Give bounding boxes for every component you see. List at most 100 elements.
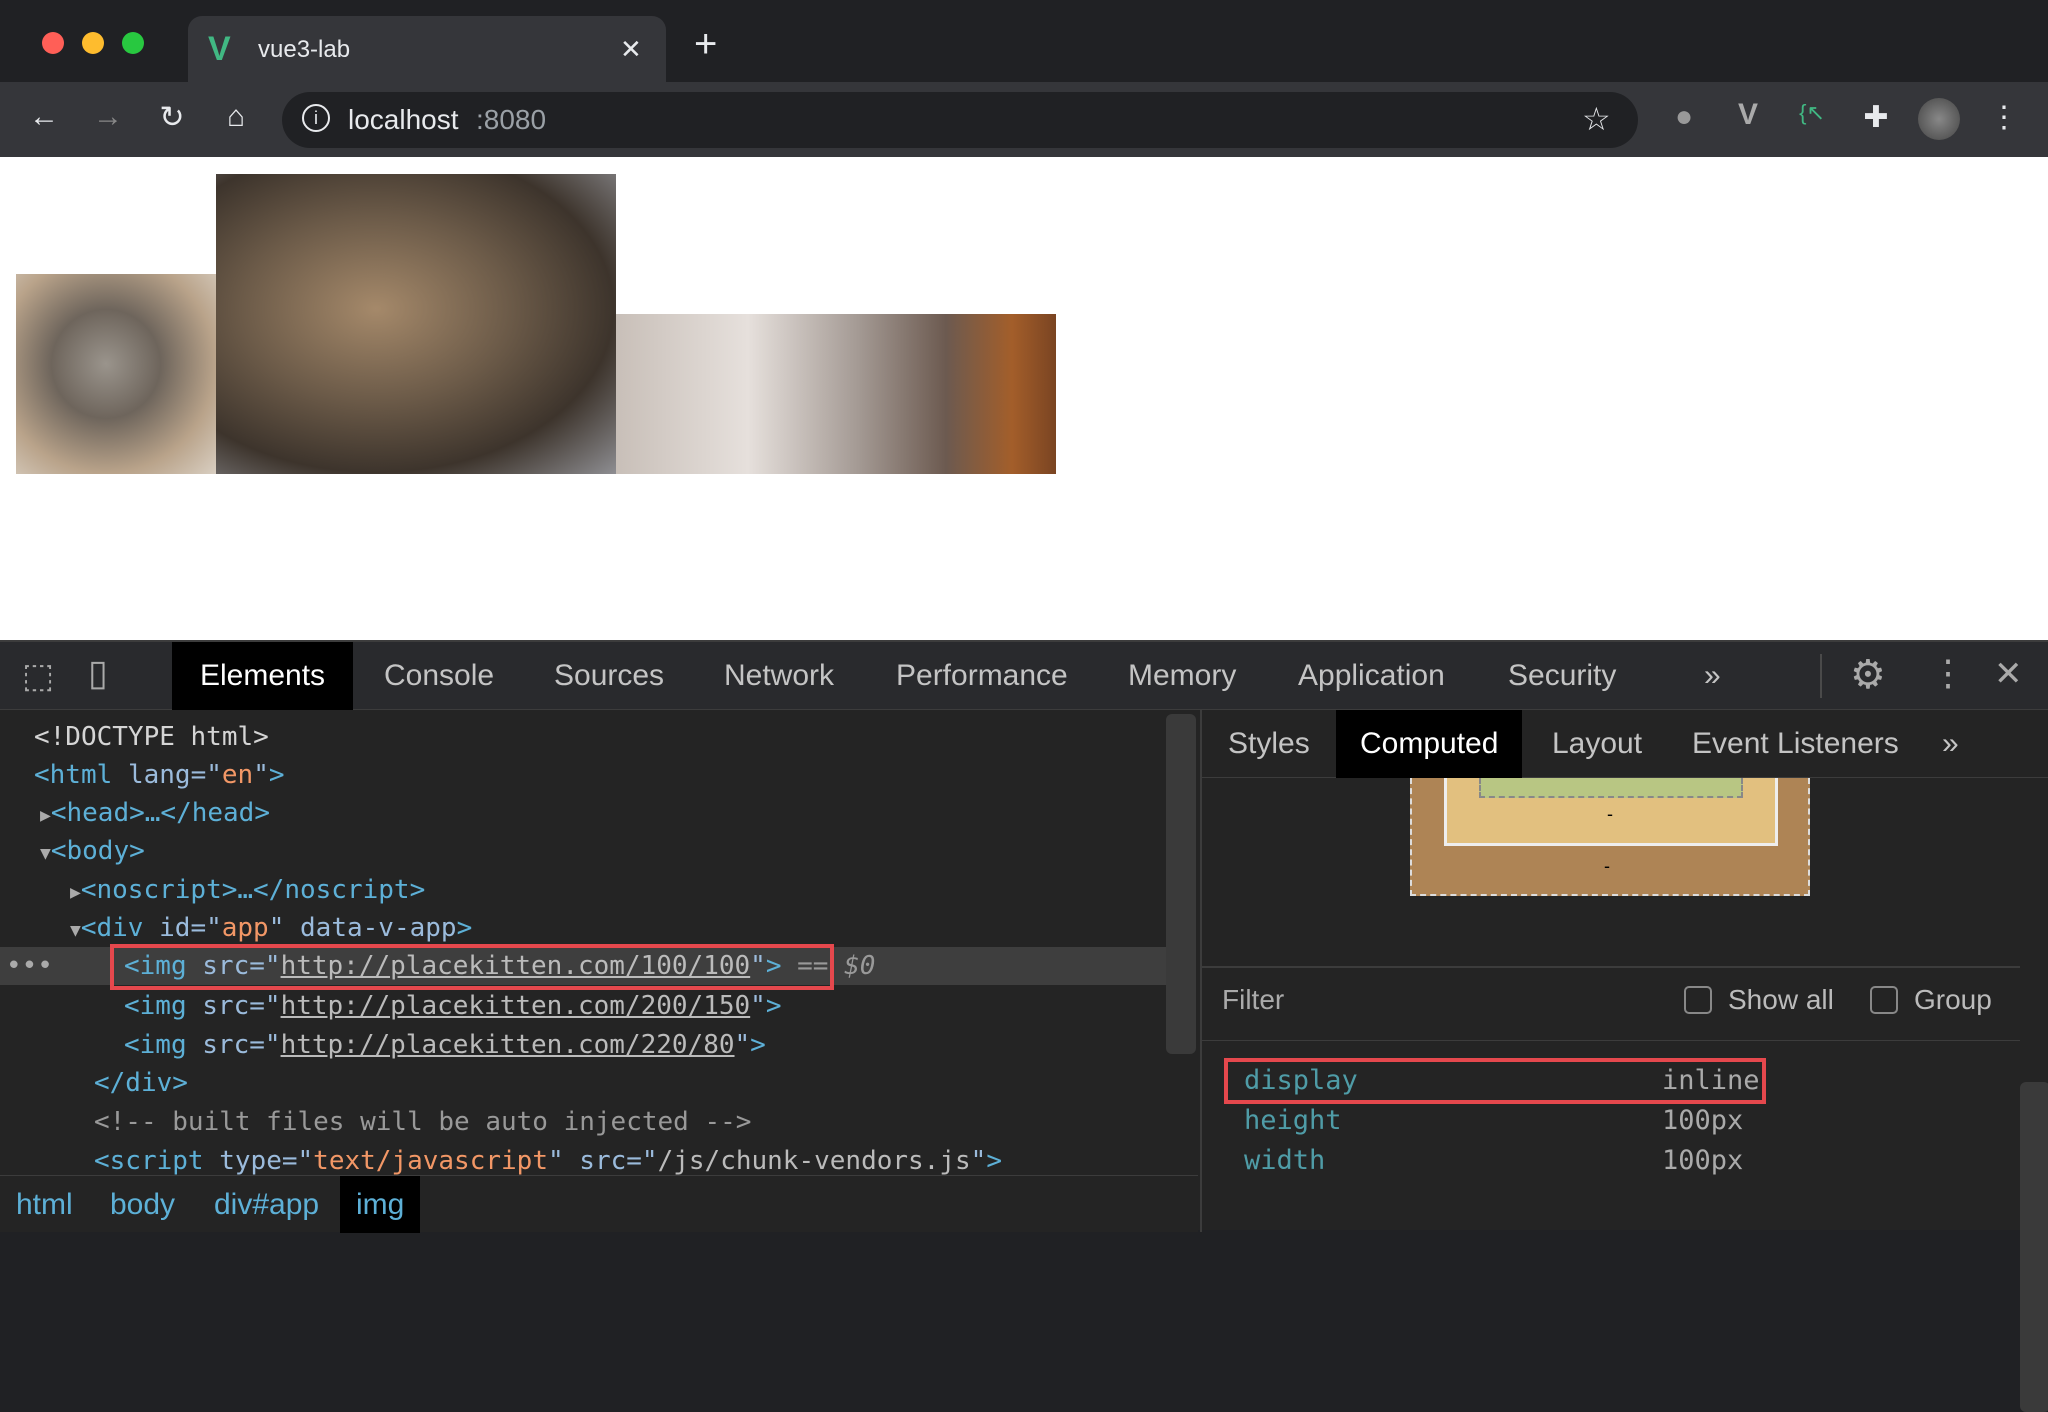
dom-node-img[interactable]: <img src="http://placekitten.com/200/150… (124, 987, 781, 1025)
browser-tab[interactable]: V vue3-lab ✕ (188, 16, 666, 82)
divider (1202, 1040, 2020, 1041)
expand-triangle-icon[interactable]: ▶ (40, 805, 51, 826)
show-all-label: Show all (1728, 984, 1834, 1015)
dom-node-head[interactable]: ▶<head>…</head> (40, 794, 270, 832)
tab-security[interactable]: Security (1480, 642, 1644, 710)
tab-elements[interactable]: Elements (172, 642, 354, 710)
collapse-triangle-icon[interactable]: ▼ (40, 843, 51, 864)
tab-memory[interactable]: Memory (1100, 642, 1264, 710)
tab-application[interactable]: Application (1270, 642, 1473, 710)
address-bar[interactable]: i localhost :8080 ☆ (282, 92, 1638, 148)
devtools-panel: ⬚ ▯ Elements Console Sources Network Per… (0, 640, 2048, 1412)
back-icon[interactable]: ← (22, 100, 66, 134)
new-tab-button[interactable]: + (694, 22, 717, 67)
breadcrumb-body[interactable]: body (94, 1176, 191, 1233)
close-devtools-icon[interactable]: ✕ (1994, 654, 2023, 694)
box-model-border: - (1444, 778, 1778, 846)
extensions-puzzle-icon[interactable]: ✚ (1854, 100, 1898, 135)
tab-console[interactable]: Console (356, 642, 522, 710)
device-toolbar-icon[interactable]: ▯ (88, 652, 108, 694)
kitten-image (616, 314, 1056, 474)
tag: <noscript>…</noscript> (80, 875, 426, 905)
attr-name: id (159, 913, 191, 943)
inspect-element-icon[interactable]: ⬚ (22, 656, 54, 696)
avatar[interactable] (1918, 98, 1960, 140)
menu-kebab-icon[interactable]: ⋮ (1982, 100, 2026, 135)
url-host: localhost (348, 104, 459, 135)
reload-icon[interactable]: ↻ (150, 100, 194, 135)
home-icon[interactable]: ⌂ (214, 100, 258, 134)
dom-node-img-selected[interactable]: <img src="http://placekitten.com/100/100… (124, 947, 875, 985)
ellipsis-icon[interactable]: ••• (6, 947, 53, 985)
divider (1820, 654, 1822, 698)
tag: <img (124, 991, 187, 1021)
box-model-margin-value: - (1604, 856, 1610, 876)
attr-name: type (219, 1146, 282, 1175)
breadcrumb-div-app[interactable]: div#app (198, 1176, 335, 1233)
dom-node-img[interactable]: <img src="http://placekitten.com/220/80"… (124, 1026, 766, 1064)
property-name-width[interactable]: width (1244, 1141, 1325, 1181)
tag: <div (80, 913, 144, 943)
minimize-window-button[interactable] (82, 32, 104, 54)
expand-triangle-icon[interactable]: ▶ (70, 882, 81, 903)
bookmark-star-icon[interactable]: ☆ (1582, 100, 1611, 138)
breadcrumb-img[interactable]: img (340, 1176, 421, 1233)
maximize-window-button[interactable] (122, 32, 144, 54)
vue-logo-icon: V (208, 30, 231, 68)
more-tabs-button[interactable]: » (1676, 642, 1749, 710)
tab-layout[interactable]: Layout (1528, 710, 1666, 778)
property-name-height[interactable]: height (1244, 1101, 1342, 1141)
browser-toolbar: ← → ↻ ⌂ i localhost :8080 ☆ ● V {↖ ✚ ⋮ (0, 82, 2048, 157)
close-window-button[interactable] (42, 32, 64, 54)
src-link[interactable]: http://placekitten.com/200/150 (281, 991, 751, 1021)
more-options-icon[interactable]: ⋮ (1930, 652, 1966, 694)
attr-name: src (202, 1030, 250, 1060)
tag: <head>…</head> (50, 798, 270, 828)
src-link[interactable]: http://placekitten.com/100/100 (281, 951, 751, 981)
more-side-tabs-button[interactable]: » (1918, 710, 1983, 778)
forward-icon[interactable]: → (86, 100, 130, 134)
tab-computed[interactable]: Computed (1336, 710, 1523, 778)
close-tab-icon[interactable]: ✕ (620, 34, 642, 65)
tab-performance[interactable]: Performance (868, 642, 1096, 710)
vue-devtools-extension-icon[interactable]: V (1726, 98, 1770, 132)
attr-name: lang (127, 760, 191, 790)
group-checkbox[interactable] (1870, 986, 1898, 1014)
kitten-image (16, 274, 216, 474)
dom-node-comment[interactable]: <!-- built files will be auto injected -… (94, 1103, 751, 1141)
collapse-triangle-icon[interactable]: ▼ (70, 920, 81, 941)
tag: <img (124, 1030, 187, 1060)
extension-cursor-icon[interactable]: {↖ (1790, 100, 1834, 126)
dom-tree: <!DOCTYPE html> <html lang="en"> ▶<head>… (0, 710, 1198, 1175)
property-value-display: inline (1662, 1065, 1760, 1096)
dom-node-body[interactable]: ▼<body> (40, 832, 145, 870)
dom-node-script[interactable]: <script type="text/javascript" src="/js/… (94, 1142, 1002, 1175)
show-all-checkbox[interactable] (1684, 986, 1712, 1014)
dom-node-noscript[interactable]: ▶<noscript>…</noscript> (70, 871, 425, 909)
tab-event-listeners[interactable]: Event Listeners (1668, 710, 1923, 778)
property-name-display[interactable]: display (1244, 1061, 1358, 1101)
tab-network[interactable]: Network (696, 642, 862, 710)
dom-node-div-close[interactable]: </div> (94, 1064, 188, 1102)
dom-scrollbar[interactable] (1166, 714, 1196, 1054)
attr-name: src (579, 1146, 627, 1175)
dom-node-doctype[interactable]: <!DOCTYPE html> (34, 718, 269, 756)
breadcrumb-html[interactable]: html (0, 1176, 89, 1233)
attr-value: /js/chunk-vendors.js (657, 1146, 971, 1175)
tab-styles[interactable]: Styles (1204, 710, 1334, 778)
page-content (0, 157, 2048, 640)
tab-sources[interactable]: Sources (526, 642, 692, 710)
dom-node-html[interactable]: <html lang="en"> (34, 756, 285, 794)
tag: <html (34, 760, 113, 790)
settings-gear-icon[interactable]: ⚙ (1850, 652, 1886, 698)
extension-icon[interactable]: ● (1662, 100, 1706, 134)
src-link[interactable]: http://placekitten.com/220/80 (281, 1030, 735, 1060)
dom-node-div-app[interactable]: ▼<div id="app" data-v-app> (70, 909, 472, 947)
attr-name: src (202, 991, 250, 1021)
sidebar-scrollbar[interactable] (2020, 1082, 2048, 1412)
attr-value: app (221, 913, 269, 943)
info-icon[interactable]: i (302, 104, 330, 132)
attr-value: en (221, 760, 254, 790)
filter-input[interactable]: Filter (1222, 984, 1284, 1016)
tab-strip: V vue3-lab ✕ + (0, 0, 2048, 82)
